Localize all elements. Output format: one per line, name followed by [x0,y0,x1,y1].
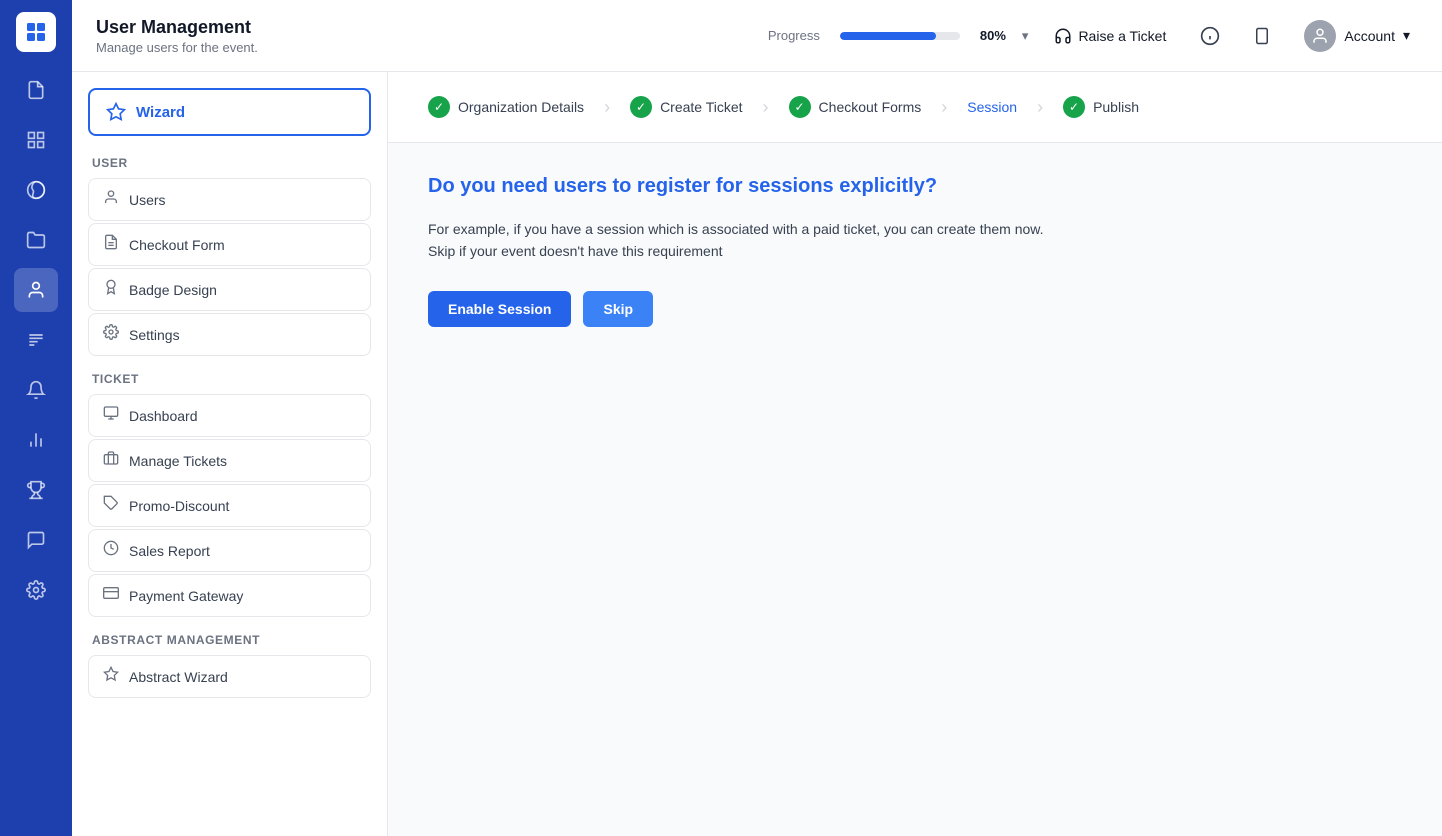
users-label: Users [129,192,166,208]
description-line1: For example, if you have a session which… [428,221,1044,237]
checkout-form-label: Checkout Form [129,237,225,253]
session-actions: Enable Session Skip [428,291,1402,327]
nav-chart-icon[interactable] [14,418,58,462]
manage-tickets-icon [103,450,119,471]
page-title: User Management [96,17,768,38]
ticket-section-label: Ticket [92,372,371,386]
step-publish[interactable]: ✓ Publish [1047,88,1155,126]
header-right: Progress 80% ▾ Raise a Ticket Account [768,16,1418,56]
checkout-form-icon [103,234,119,255]
session-title: Do you need users to register for sessio… [428,175,1402,198]
abstract-wizard-icon [103,666,119,687]
sidebar-item-badge-design[interactable]: Badge Design [88,268,371,311]
sidebar: Wizard User Users Checkout Form [72,72,388,836]
session-description: For example, if you have a session which… [428,218,1402,263]
nav-palette-icon[interactable] [14,168,58,212]
users-icon [103,189,119,210]
header-title-block: User Management Manage users for the eve… [96,17,768,55]
abstract-wizard-label: Abstract Wizard [129,669,228,685]
user-section-label: User [92,156,371,170]
separator-3: › [941,97,947,118]
nav-chat-icon[interactable] [14,518,58,562]
step-checkout-forms[interactable]: ✓ Checkout Forms [773,88,938,126]
promo-discount-label: Promo-Discount [129,498,229,514]
info-button[interactable] [1192,18,1228,54]
step-check-publish: ✓ [1063,96,1085,118]
step-publish-label: Publish [1093,99,1139,115]
step-check-checkout: ✓ [789,96,811,118]
manage-tickets-label: Manage Tickets [129,453,227,469]
mobile-button[interactable] [1244,18,1280,54]
step-check-org: ✓ [428,96,450,118]
step-check-ticket: ✓ [630,96,652,118]
wizard-label: Wizard [136,104,185,121]
app-logo[interactable] [16,12,56,52]
headphones-icon [1054,27,1072,45]
sidebar-item-manage-tickets[interactable]: Manage Tickets [88,439,371,482]
skip-button[interactable]: Skip [583,291,653,327]
sidebar-item-checkout-form[interactable]: Checkout Form [88,223,371,266]
separator-1: › [604,97,610,118]
account-dropdown-icon: ▾ [1403,27,1410,44]
nav-bell-icon[interactable] [14,368,58,412]
enable-session-button[interactable]: Enable Session [428,291,571,327]
sidebar-item-dashboard[interactable]: Dashboard [88,394,371,437]
session-content: Do you need users to register for sessio… [388,143,1442,359]
badge-design-label: Badge Design [129,282,217,298]
step-org-label: Organization Details [458,99,584,115]
avatar [1304,20,1336,52]
step-session[interactable]: Session [951,91,1033,123]
separator-4: › [1037,97,1043,118]
main-content: ✓ Organization Details › ✓ Create Ticket… [388,72,1442,836]
sidebar-item-users[interactable]: Users [88,178,371,221]
step-create-ticket[interactable]: ✓ Create Ticket [614,88,758,126]
wizard-steps: ✓ Organization Details › ✓ Create Ticket… [388,72,1442,143]
nav-user-icon[interactable] [14,268,58,312]
sidebar-item-abstract-wizard[interactable]: Abstract Wizard [88,655,371,698]
icon-nav [0,0,72,836]
step-ticket-label: Create Ticket [660,99,742,115]
nav-report-icon[interactable] [14,318,58,362]
description-line2: Skip if your event doesn't have this req… [428,243,723,259]
sales-report-icon [103,540,119,561]
nav-file-icon[interactable] [14,68,58,112]
step-checkout-label: Checkout Forms [819,99,922,115]
sidebar-item-promo-discount[interactable]: Promo-Discount [88,484,371,527]
top-header: User Management Manage users for the eve… [72,0,1442,72]
payment-gateway-label: Payment Gateway [129,588,243,604]
sidebar-item-sales-report[interactable]: Sales Report [88,529,371,572]
raise-ticket-label: Raise a Ticket [1078,28,1166,44]
page-subtitle: Manage users for the event. [96,40,768,55]
progress-fill [840,32,936,40]
wizard-icon [106,102,126,122]
settings-label: Settings [129,327,180,343]
badge-design-icon [103,279,119,300]
payment-gateway-icon [103,585,119,606]
account-button[interactable]: Account ▾ [1296,16,1418,56]
sidebar-item-settings[interactable]: Settings [88,313,371,356]
mobile-icon [1253,27,1271,45]
nav-trophy-icon[interactable] [14,468,58,512]
nav-settings-icon[interactable] [14,568,58,612]
progress-bar [840,32,960,40]
nav-grid-icon[interactable] [14,118,58,162]
progress-percent: 80% [980,28,1006,43]
settings-sidebar-icon [103,324,119,345]
nav-folder-icon[interactable] [14,218,58,262]
abstract-section-label: Abstract Management [92,633,371,647]
step-session-label: Session [967,99,1017,115]
progress-label: Progress [768,28,820,43]
raise-ticket-button[interactable]: Raise a Ticket [1044,21,1176,51]
dashboard-icon [103,405,119,426]
progress-dropdown[interactable]: ▾ [1022,28,1029,44]
separator-2: › [763,97,769,118]
info-icon [1200,26,1220,46]
step-organization-details[interactable]: ✓ Organization Details [412,88,600,126]
dashboard-label: Dashboard [129,408,198,424]
sidebar-item-payment-gateway[interactable]: Payment Gateway [88,574,371,617]
account-label: Account [1344,28,1395,44]
sales-report-label: Sales Report [129,543,210,559]
wizard-button[interactable]: Wizard [88,88,371,136]
promo-discount-icon [103,495,119,516]
